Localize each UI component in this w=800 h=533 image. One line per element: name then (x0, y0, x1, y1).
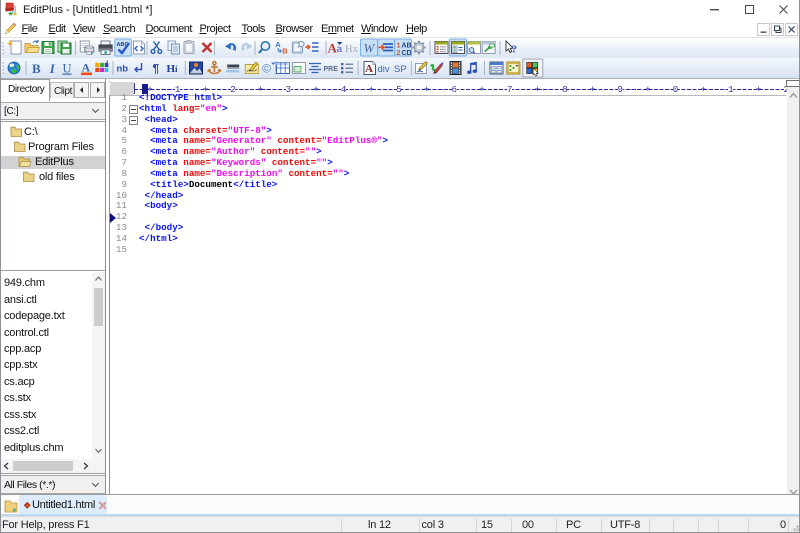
svg-text:nb: nb (117, 64, 129, 75)
svg-text:I: I (49, 61, 56, 76)
svg-text:A: A (275, 40, 281, 49)
svg-text:W: W (364, 41, 376, 56)
svg-text:div: div (378, 64, 390, 75)
svg-text:Hx: Hx (345, 44, 359, 55)
svg-text:¶: ¶ (153, 62, 160, 76)
svg-text:A: A (82, 61, 91, 75)
svg-text:B: B (282, 47, 288, 56)
svg-text:A: A (365, 63, 373, 75)
svg-text:CD: CD (402, 50, 412, 57)
svg-text:U: U (63, 62, 72, 76)
svg-text:1: 1 (397, 43, 401, 50)
svg-text:PRE: PRE (324, 66, 339, 73)
svg-text:©: © (262, 62, 271, 76)
svg-text:2: 2 (397, 50, 401, 57)
svg-text:?: ? (512, 44, 518, 56)
svg-text:AB: AB (402, 43, 412, 50)
svg-text:í: í (175, 64, 178, 74)
svg-text:B: B (32, 61, 41, 76)
svg-text:SP: SP (394, 64, 407, 75)
svg-text:a: a (337, 44, 343, 55)
